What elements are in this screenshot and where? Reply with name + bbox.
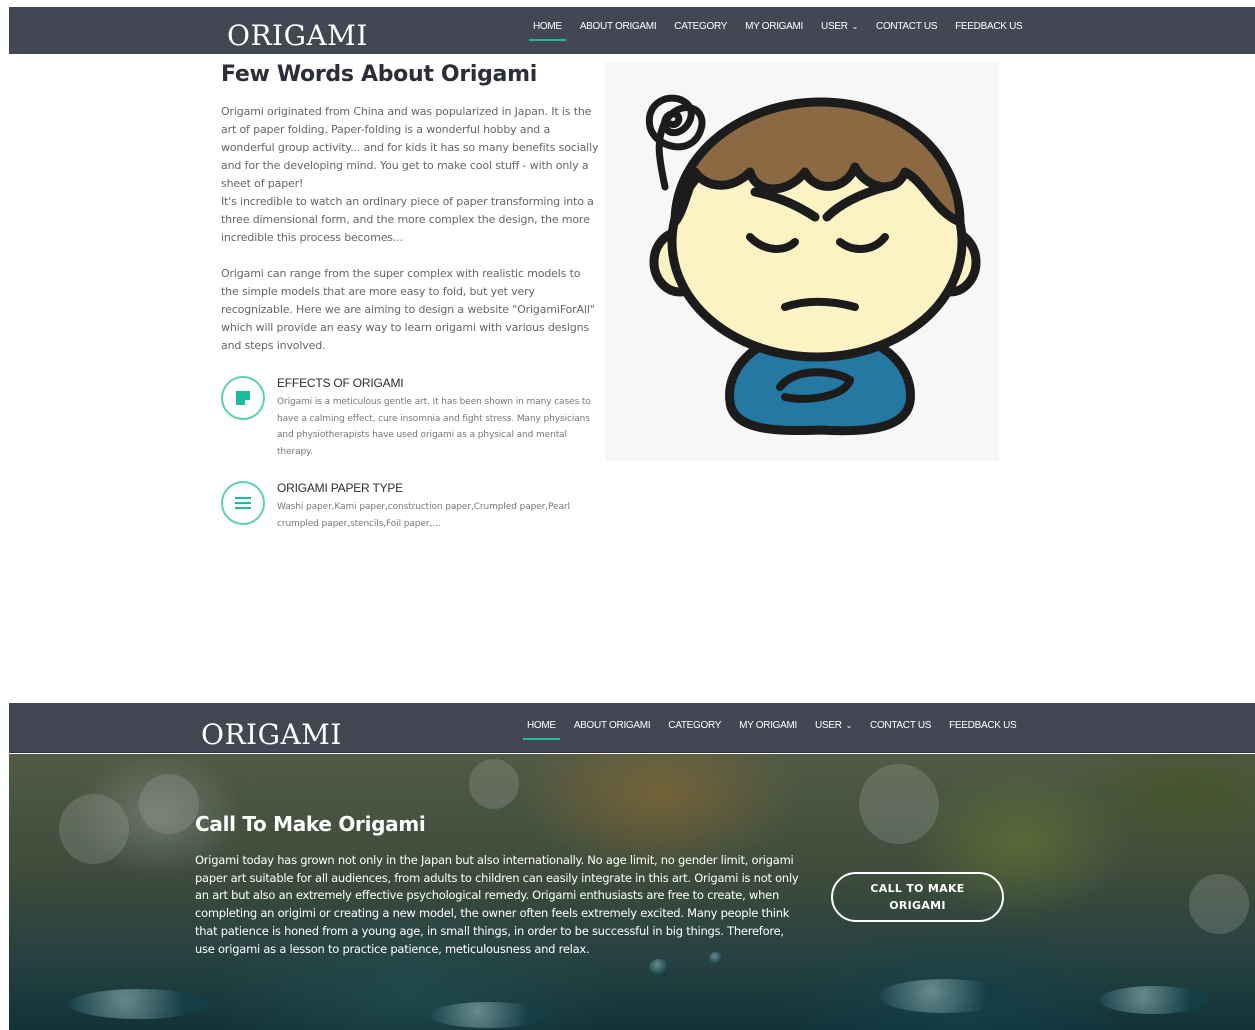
nav-item-user[interactable]: USER ⌄ xyxy=(821,21,858,41)
top-navbar: ORIGAMI HOME ABOUT ORIGAMI CATEGORY MY O… xyxy=(9,7,1255,54)
nav-item-feedback-us[interactable]: FEEDBACK US xyxy=(955,21,1023,41)
chevron-down-icon: ⌄ xyxy=(845,721,853,730)
bokeh-light xyxy=(1189,874,1249,934)
bokeh-light xyxy=(59,794,129,864)
feature-title: EFFECTS OF ORIGAMI xyxy=(277,376,404,390)
feature-text: Washi paper,Kami paper,construction pape… xyxy=(277,502,570,529)
nav-item-user-label: USER xyxy=(821,21,848,32)
sticky-note-icon xyxy=(221,376,265,420)
water-drop xyxy=(429,1002,549,1028)
sticky-navbar: ORIGAMI HOME ABOUT ORIGAMI CATEGORY MY O… xyxy=(9,703,1255,753)
feature-text: Origami is a meticulous gentle art. It h… xyxy=(277,397,591,457)
water-drop xyxy=(649,959,669,975)
bokeh-light xyxy=(469,759,519,809)
water-drop xyxy=(1099,986,1209,1014)
chevron-down-icon: ⌄ xyxy=(851,22,859,31)
nav-item-about-origami[interactable]: ABOUT ORIGAMI xyxy=(574,720,651,740)
nav-item-user-label: USER xyxy=(815,720,842,731)
feature-title: ORIGAMI PAPER TYPE xyxy=(277,481,403,495)
water-drop xyxy=(69,989,209,1019)
call-to-make-origami-button[interactable]: CALL TO MAKE ORIGAMI xyxy=(831,872,1004,922)
about-paragraph-1: Origami originated from China and was po… xyxy=(221,105,599,190)
about-paragraph-2: It's incredible to watch an ordinary pie… xyxy=(221,195,594,244)
confused-boy-illustration xyxy=(605,62,999,461)
cta-text: Origami today has grown not only in the … xyxy=(195,853,799,956)
nav-item-my-origami[interactable]: MY ORIGAMI xyxy=(739,720,797,740)
list-icon xyxy=(221,481,265,525)
cta-title: Call To Make Origami xyxy=(195,812,426,836)
nav-item-feedback-us[interactable]: FEEDBACK US xyxy=(949,720,1017,740)
bokeh-light xyxy=(859,764,939,844)
cta-section: Call To Make Origami Origami today has g… xyxy=(9,754,1255,1030)
nav-item-home[interactable]: HOME xyxy=(529,21,566,41)
main-menu: HOME ABOUT ORIGAMI CATEGORY MY ORIGAMI U… xyxy=(523,720,1034,740)
site-logo[interactable]: ORIGAMI xyxy=(227,19,368,52)
about-paragraph-3: Origami can range from the super complex… xyxy=(221,267,595,352)
nav-item-category[interactable]: CATEGORY xyxy=(668,720,721,740)
nav-item-user[interactable]: USER ⌄ xyxy=(815,720,852,740)
about-title: Few Words About Origami xyxy=(221,62,537,87)
nav-item-my-origami[interactable]: MY ORIGAMI xyxy=(745,21,803,41)
main-menu: HOME ABOUT ORIGAMI CATEGORY MY ORIGAMI U… xyxy=(529,21,1040,41)
nav-item-contact-us[interactable]: CONTACT US xyxy=(876,21,937,41)
nav-item-home[interactable]: HOME xyxy=(523,720,560,740)
nav-item-category[interactable]: CATEGORY xyxy=(674,21,727,41)
site-logo[interactable]: ORIGAMI xyxy=(201,718,342,751)
nav-item-about-origami[interactable]: ABOUT ORIGAMI xyxy=(580,21,657,41)
water-drop xyxy=(879,979,1009,1013)
bokeh-light xyxy=(139,774,199,834)
nav-item-contact-us[interactable]: CONTACT US xyxy=(870,720,931,740)
